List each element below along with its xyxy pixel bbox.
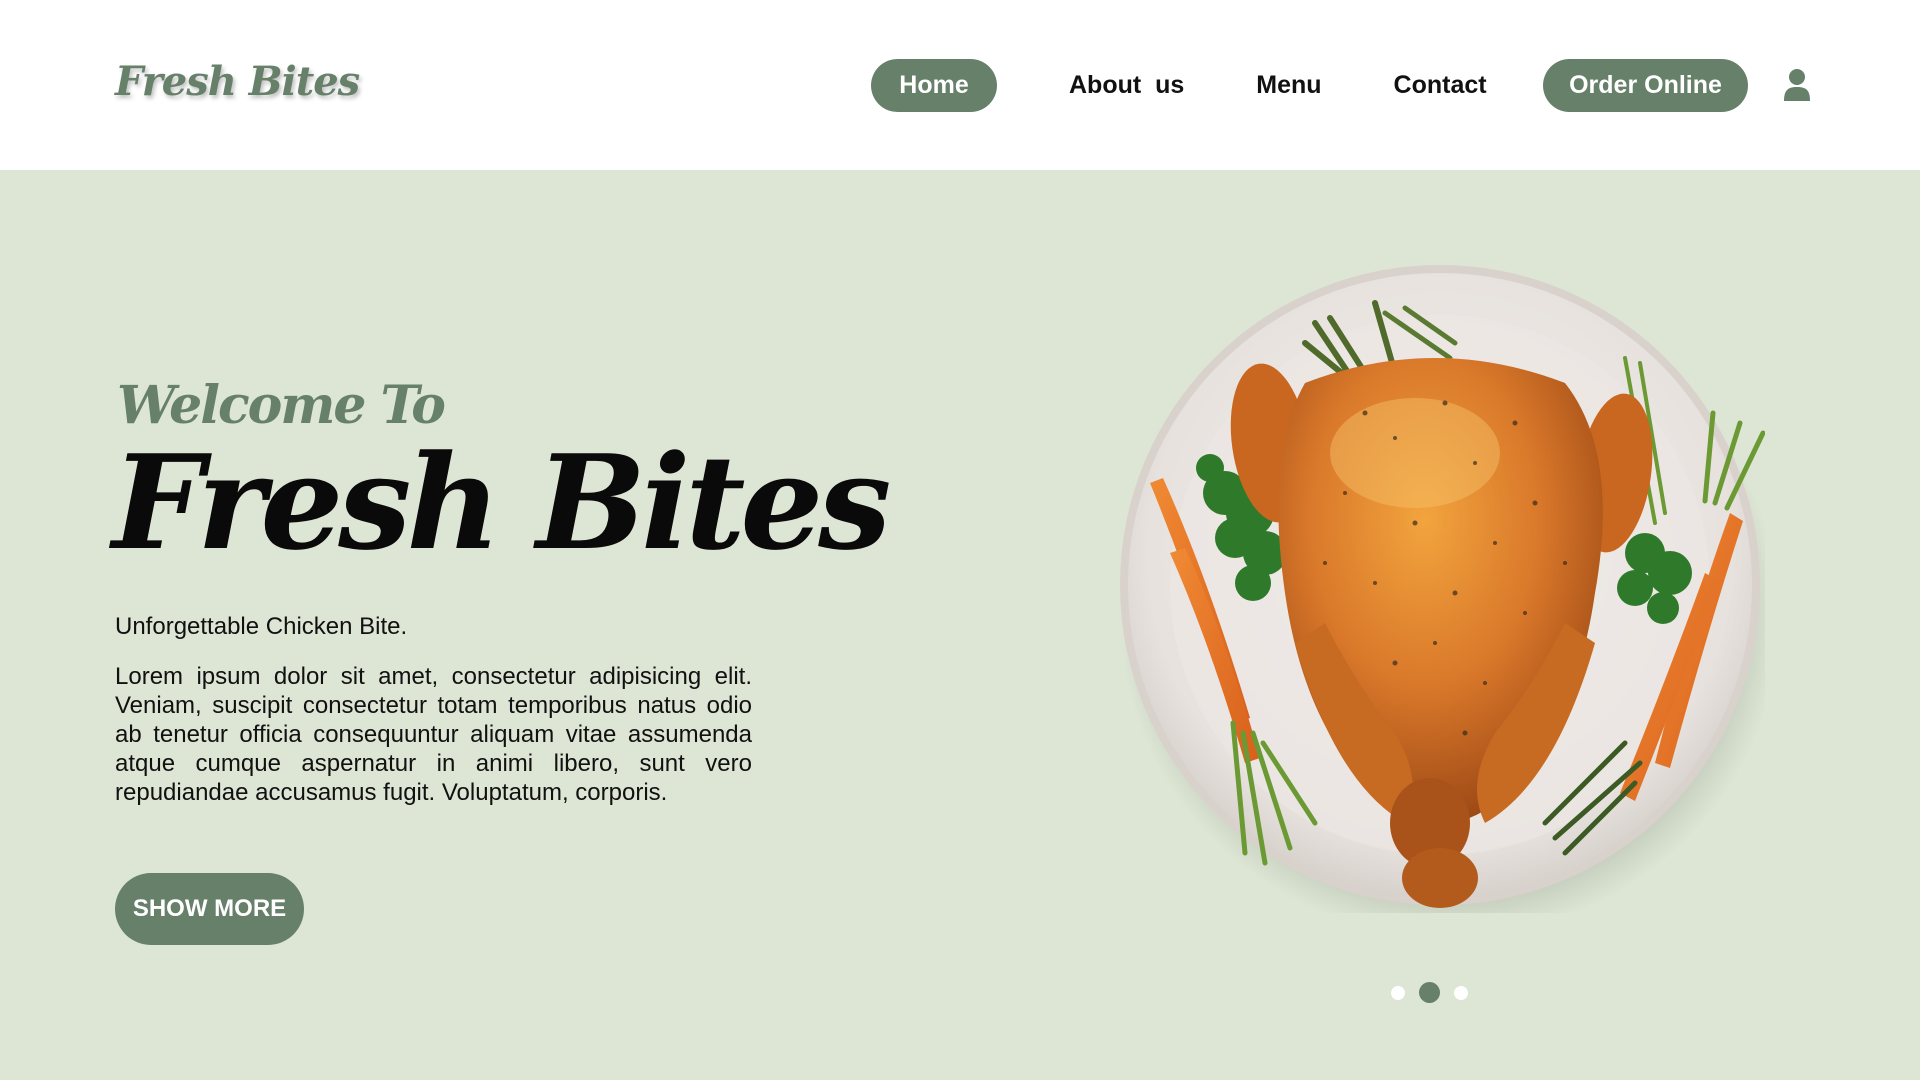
- nav-home[interactable]: Home: [871, 59, 997, 112]
- show-more-button[interactable]: SHOW MORE: [115, 873, 304, 945]
- nav-contact[interactable]: Contact: [1394, 59, 1487, 112]
- carousel-dot-active[interactable]: [1419, 982, 1440, 1003]
- nav-about-us[interactable]: About us: [1069, 59, 1184, 112]
- carousel-dot[interactable]: [1391, 985, 1405, 1000]
- main-nav: Home About us Menu Contact: [871, 59, 1487, 112]
- hero-description: Lorem ipsum dolor sit amet, consectetur …: [115, 663, 752, 806]
- user-icon[interactable]: [1783, 68, 1811, 102]
- order-online-button[interactable]: Order Online: [1543, 59, 1748, 112]
- hero-tagline: Unforgettable Chicken Bite.: [115, 613, 408, 640]
- hero-food-image: [1115, 263, 1780, 938]
- roast-chicken-plate-illustration: [1120, 265, 1780, 938]
- carousel-indicators: [1391, 982, 1468, 1003]
- hero-section: Welcome To Fresh Bites Unforgettable Chi…: [0, 170, 1920, 1080]
- nav-menu[interactable]: Menu: [1256, 59, 1321, 112]
- brand-heading: Fresh Bites: [112, 426, 891, 579]
- site-logo[interactable]: Fresh Bites: [115, 58, 360, 105]
- site-header: Fresh Bites Home About us Menu Contact O…: [0, 0, 1920, 170]
- carousel-dot[interactable]: [1454, 985, 1468, 1000]
